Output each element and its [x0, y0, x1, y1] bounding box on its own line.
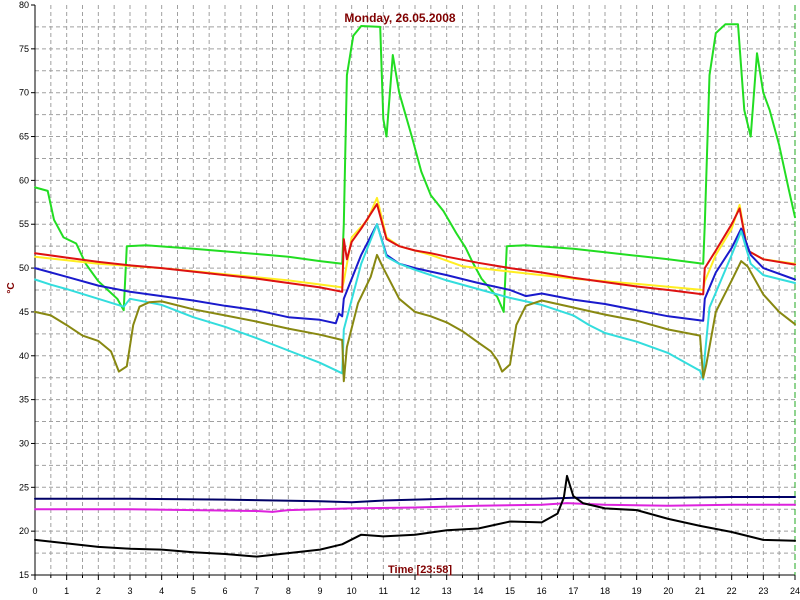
y-tick-label: 60: [19, 175, 29, 185]
x-tick-label: 11: [379, 586, 388, 596]
x-tick-label: 0: [32, 586, 37, 596]
x-tick-label: 10: [347, 586, 357, 596]
y-tick-label: 35: [19, 395, 29, 405]
x-tick-label: 6: [222, 586, 227, 596]
x-tick-label: 21: [695, 586, 705, 596]
x-tick-label: 16: [537, 586, 547, 596]
x-tick-label: 2: [96, 586, 101, 596]
chart-title: Monday, 26.05.2008: [344, 11, 455, 25]
y-axis-label: °C: [6, 282, 17, 293]
x-tick-label: 3: [127, 586, 132, 596]
x-tick-label: 9: [317, 586, 322, 596]
x-tick-label: 5: [191, 586, 196, 596]
x-tick-label: 8: [286, 586, 291, 596]
x-tick-label: 24: [790, 586, 800, 596]
y-tick-label: 75: [19, 44, 29, 54]
x-tick-label: 22: [727, 586, 737, 596]
y-tick-label: 15: [19, 570, 29, 580]
x-tick-label: 20: [663, 586, 673, 596]
y-tick-label: 55: [19, 219, 29, 229]
y-tick-label: 25: [19, 482, 29, 492]
x-tick-label: 19: [632, 586, 642, 596]
y-tick-label: 50: [19, 263, 29, 273]
y-tick-label: 80: [19, 0, 29, 10]
temperature-chart: 0 1 2 3 4 5 6 7 8 9 10 11 12 13 14 15 16 17 18 19 20 21 22 23 24…: [0, 0, 800, 600]
x-axis-label: Time [23:58]: [388, 564, 452, 576]
x-tick-label: 7: [254, 586, 259, 596]
x-tick-label: 4: [159, 586, 164, 596]
x-tick-label: 15: [505, 586, 515, 596]
x-tick-label: 13: [442, 586, 452, 596]
y-tick-label: 20: [19, 526, 29, 536]
x-tick-label: 1: [64, 586, 69, 596]
x-tick-label: 23: [758, 586, 768, 596]
x-tick-label: 12: [410, 586, 420, 596]
x-tick-label: 17: [568, 586, 578, 596]
y-tick-label: 45: [19, 307, 29, 317]
y-tick-label: 40: [19, 351, 29, 361]
y-tick-label: 30: [19, 438, 29, 448]
y-tick-label: 65: [19, 132, 29, 142]
x-tick-label: 18: [600, 586, 610, 596]
y-tick-label: 70: [19, 88, 29, 98]
x-tick-label: 14: [473, 586, 483, 596]
